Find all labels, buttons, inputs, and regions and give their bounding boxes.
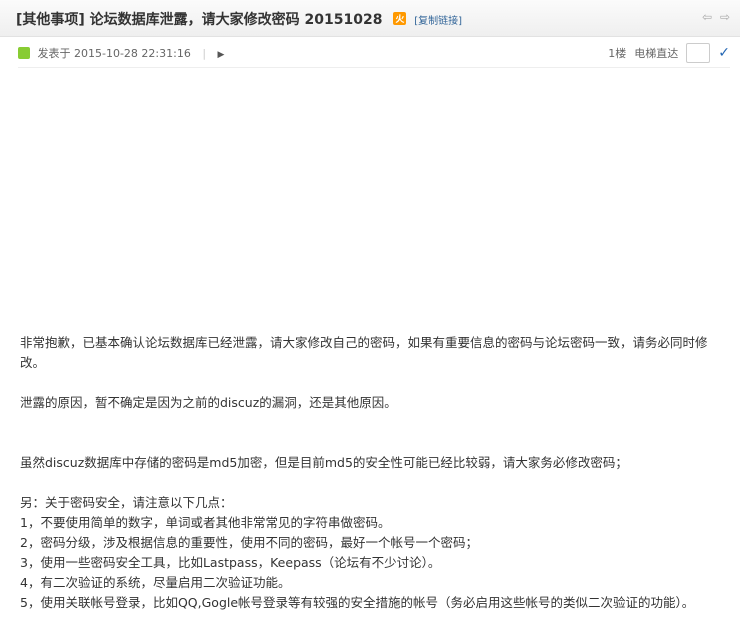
list-item: 4，有二次验证的系统，尽量启用二次验证功能。 [20, 575, 291, 590]
thread-nav: ⇦ ⇨ [698, 10, 730, 24]
online-user-icon [18, 47, 30, 59]
post-datetime: 2015-10-28 22:31:16 [74, 47, 191, 60]
post-content: 非常抱歉，已基本确认论坛数据库已经泄露，请大家修改自己的密码，如果有重要信息的密… [20, 333, 732, 613]
jump-go-icon[interactable]: ✓ [718, 45, 730, 61]
posted-label: 发表于 [37, 47, 71, 60]
floor-number: 1楼 [608, 47, 627, 60]
list-item: 3，使用一些密码安全工具，比如Lastpass，Keepass（论坛有不少讨论）… [20, 555, 441, 570]
expand-arrow-icon[interactable]: ▶ [218, 50, 225, 60]
list-item: 5，使用关联帐号登录，比如QQ,Gogle帐号登录等有较强的安全措施的帐号（务必… [20, 595, 695, 610]
thread-title-text: 论坛数据库泄露，请大家修改密码 20151028 [89, 12, 383, 28]
divider [18, 67, 730, 68]
list-item: 2，密码分级，涉及根据信息的重要性，使用不同的密码，最好一个帐号一个密码； [20, 535, 478, 550]
paragraph: 虽然discuz数据库中存储的密码是md5加密，但是目前md5的安全性可能已经比… [20, 455, 628, 470]
paragraph: 泄露的原因，暂不确定是因为之前的discuz的漏洞，还是其他原因。 [20, 395, 397, 410]
next-thread-icon[interactable]: ⇨ [720, 10, 730, 24]
paragraph: 另：关于密码安全，请注意以下几点： [20, 495, 233, 510]
thread-category[interactable]: [其他事项] [16, 12, 85, 28]
hot-badge-icon: 火 [393, 12, 407, 25]
jump-label: 电梯直达 [634, 47, 679, 60]
prev-thread-icon[interactable]: ⇦ [702, 10, 712, 24]
paragraph: 非常抱歉，已基本确认论坛数据库已经泄露，请大家修改自己的密码，如果有重要信息的密… [20, 335, 708, 370]
divider: | [202, 47, 207, 60]
thread-title-bar: [其他事项] 论坛数据库泄露，请大家修改密码 20151028 火 [复制链接]… [0, 0, 740, 37]
copy-link-button[interactable]: [复制链接] [414, 16, 462, 27]
list-item: 1，不要使用简单的数字，单词或者其他非常常见的字符串做密码。 [20, 515, 391, 530]
floor-jump-input[interactable] [686, 43, 711, 63]
thread-title: [其他事项] 论坛数据库泄露，请大家修改密码 20151028 火 [复制链接] [16, 9, 462, 29]
post-meta: 发表于 2015-10-28 22:31:16 | ▶ 1楼 电梯直达 ✓ [18, 43, 730, 65]
